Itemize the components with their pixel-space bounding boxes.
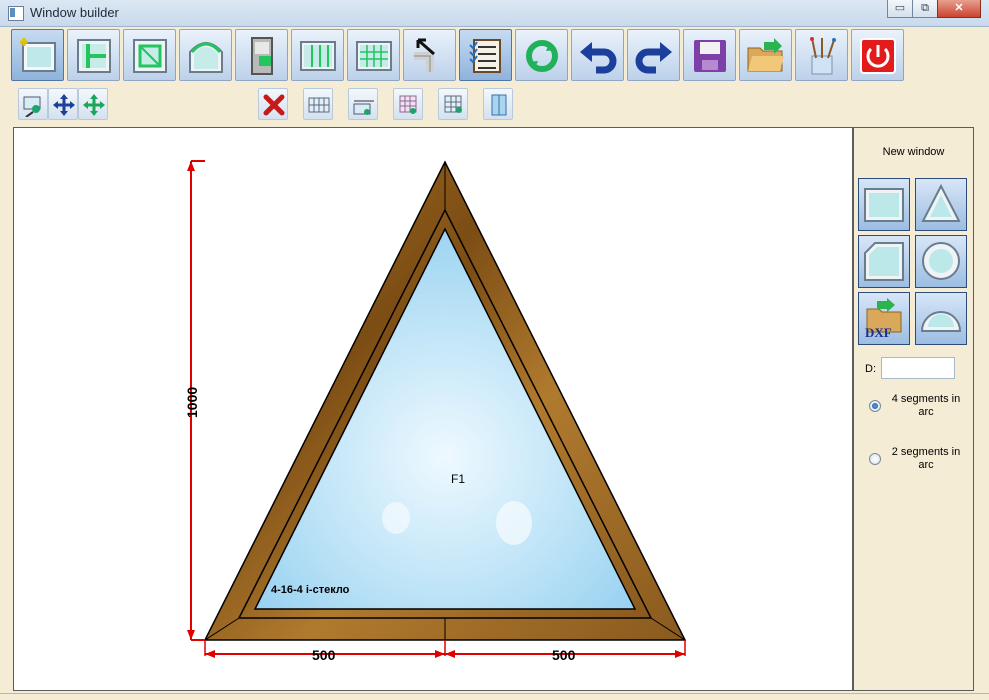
d-input[interactable] [881,357,955,379]
zoom-tool[interactable] [18,88,48,120]
grid-split-icon [356,41,392,71]
floppy-disk-icon [694,40,726,72]
zoom-icon [23,96,41,117]
restore-button[interactable]: ⧉ [912,0,938,18]
minimize-button[interactable]: ▭ [887,0,913,18]
new-window-tool[interactable] [11,29,64,81]
svg-text:DXF: DXF [865,325,892,340]
four-segments-radio[interactable] [869,400,881,412]
rectangle-window-icon [864,188,904,222]
glass-pane[interactable] [253,227,637,610]
net-search-tool[interactable] [438,88,468,120]
half-circle-window-icon [920,311,962,332]
fit-arrows-icon [83,94,105,116]
undo-icon [580,42,617,74]
close-button[interactable]: ✕ [937,0,981,18]
left-width-dimension-label: 500 [312,647,336,663]
vertical-split-icon [300,41,336,71]
secondary-toolbar [16,88,536,122]
dxf-import-icon: DXF [865,298,902,340]
sash-icon [133,39,167,73]
two-segments-label: 2 segments in arc [891,446,961,471]
glass-label: 4-16-4 i-стекло [271,584,350,596]
glazing-bars-tool[interactable] [303,88,333,120]
refresh-tool[interactable] [515,29,568,81]
cut-corner-shape-button[interactable] [858,235,910,288]
delete-tool[interactable] [258,88,288,120]
width-dimensions[interactable]: 500 500 [204,640,686,663]
redo-icon [635,42,672,74]
window-title: Window builder [30,5,119,20]
dimension-icon [353,100,374,115]
mirror-icon [491,94,507,116]
cut-corner-window-icon [864,242,904,281]
window-drawing: F1 4-16-4 i-стекло 1000 500 500 [184,160,687,663]
triangle-window-icon [921,183,961,222]
d-label: D: [865,363,876,375]
drawing-canvas[interactable]: F1 4-16-4 i-стекло 1000 500 500 [13,127,853,691]
frame-label: F1 [451,472,465,486]
half-circle-shape-button[interactable] [915,292,967,345]
properties-tool[interactable] [459,29,512,81]
glass-glare-small [382,502,410,534]
circle-shape-button[interactable] [915,235,967,288]
arc-tool[interactable] [179,29,232,81]
mirror-tool[interactable] [483,88,513,120]
arc-frame-icon [189,42,223,73]
impost-icon [77,39,111,73]
title-bar: Window builder ▭ ⧉ ✕ [0,0,989,27]
triangle-shape-button[interactable] [915,178,967,231]
power-icon [860,38,896,74]
net-icon [399,95,417,114]
pan-tool[interactable] [48,88,78,120]
main-toolbar [8,29,908,82]
dxf-import-button[interactable]: DXF [858,292,910,345]
save-tool[interactable] [683,29,736,81]
door-icon [251,37,273,75]
impost-tool[interactable] [67,29,120,81]
profile-connector-icon [414,38,435,72]
colors-tool[interactable] [795,29,848,81]
mosquito-net-tool[interactable] [393,88,423,120]
move-arrows-icon [53,94,75,116]
right-width-dimension-label: 500 [552,647,576,663]
connector-tool[interactable] [403,29,456,81]
net-search-icon [444,95,462,113]
rectangle-shape-button[interactable] [858,178,910,231]
height-dimension-label: 1000 [184,387,200,418]
redo-tool[interactable] [627,29,680,81]
open-folder-icon [747,38,784,72]
sash-tool[interactable] [123,29,176,81]
vertical-division-tool[interactable] [291,29,344,81]
two-segments-radio[interactable] [869,453,881,465]
height-dimension[interactable]: 1000 [184,160,205,641]
undo-tool[interactable] [571,29,624,81]
exit-tool[interactable] [851,29,904,81]
glazing-bars-icon [308,97,330,113]
brushes-icon [810,37,836,75]
glass-glare [496,501,532,545]
grid-division-tool[interactable] [347,29,400,81]
open-tool[interactable] [739,29,792,81]
red-x-icon [263,94,285,116]
panel-heading: New window [882,146,945,158]
checklist-icon [469,39,501,73]
window-plus-icon [20,38,56,72]
refresh-icon [526,40,558,72]
dimension-tool[interactable] [348,88,378,120]
door-tool[interactable] [235,29,288,81]
fit-tool[interactable] [78,88,108,120]
app-icon [8,6,24,21]
new-window-panel: New window DXF D: 4 segments in arc 2 se… [853,127,974,691]
four-segments-label: 4 segments in arc [891,393,961,418]
circle-window-icon [922,242,960,280]
